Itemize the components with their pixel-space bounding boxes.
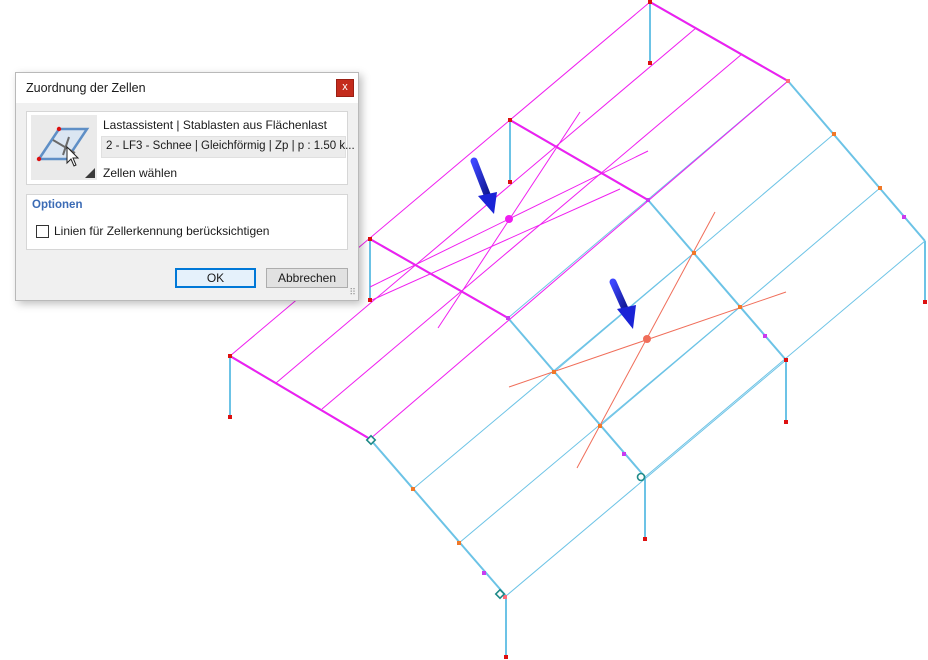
wizard-title: Lastassistent | Stablasten aus Flächenla… bbox=[103, 118, 327, 132]
ok-button[interactable]: OK bbox=[175, 268, 256, 288]
purlins bbox=[412, 80, 926, 597]
cancel-button[interactable]: Abbrechen bbox=[266, 268, 348, 288]
cell-center-magenta bbox=[505, 215, 513, 223]
load-case-value: 2 - LF3 - Schnee | Gleichförmig | Zp | p… bbox=[106, 140, 355, 152]
dialog-titlebar[interactable]: Zuordnung der Zellen x bbox=[16, 73, 358, 103]
cell-center-salmon bbox=[643, 335, 651, 343]
dialog-title: Zuordnung der Zellen bbox=[26, 81, 146, 95]
line-recognition-checkbox[interactable] bbox=[36, 225, 49, 238]
options-panel: Optionen Linien für Zellerkennung berück… bbox=[26, 194, 348, 250]
close-button[interactable]: x bbox=[336, 79, 354, 97]
resize-grip-icon[interactable]: ⠿ bbox=[349, 287, 356, 298]
cell-assignment-dialog: Zuordnung der Zellen x Lastassistent | S… bbox=[15, 72, 359, 301]
line-recognition-label[interactable]: Linien für Zellerkennung berücksichtigen bbox=[54, 224, 269, 238]
options-header: Optionen bbox=[32, 199, 83, 211]
cell-selection-icon[interactable] bbox=[31, 115, 97, 180]
wizard-panel: Lastassistent | Stablasten aus Flächenla… bbox=[26, 111, 355, 185]
hinge-nodes bbox=[365, 434, 646, 600]
select-cells-label: Zellen wählen bbox=[103, 166, 178, 180]
load-case-select[interactable]: 2 - LF3 - Schnee | Gleichförmig | Zp | p… bbox=[101, 136, 355, 158]
